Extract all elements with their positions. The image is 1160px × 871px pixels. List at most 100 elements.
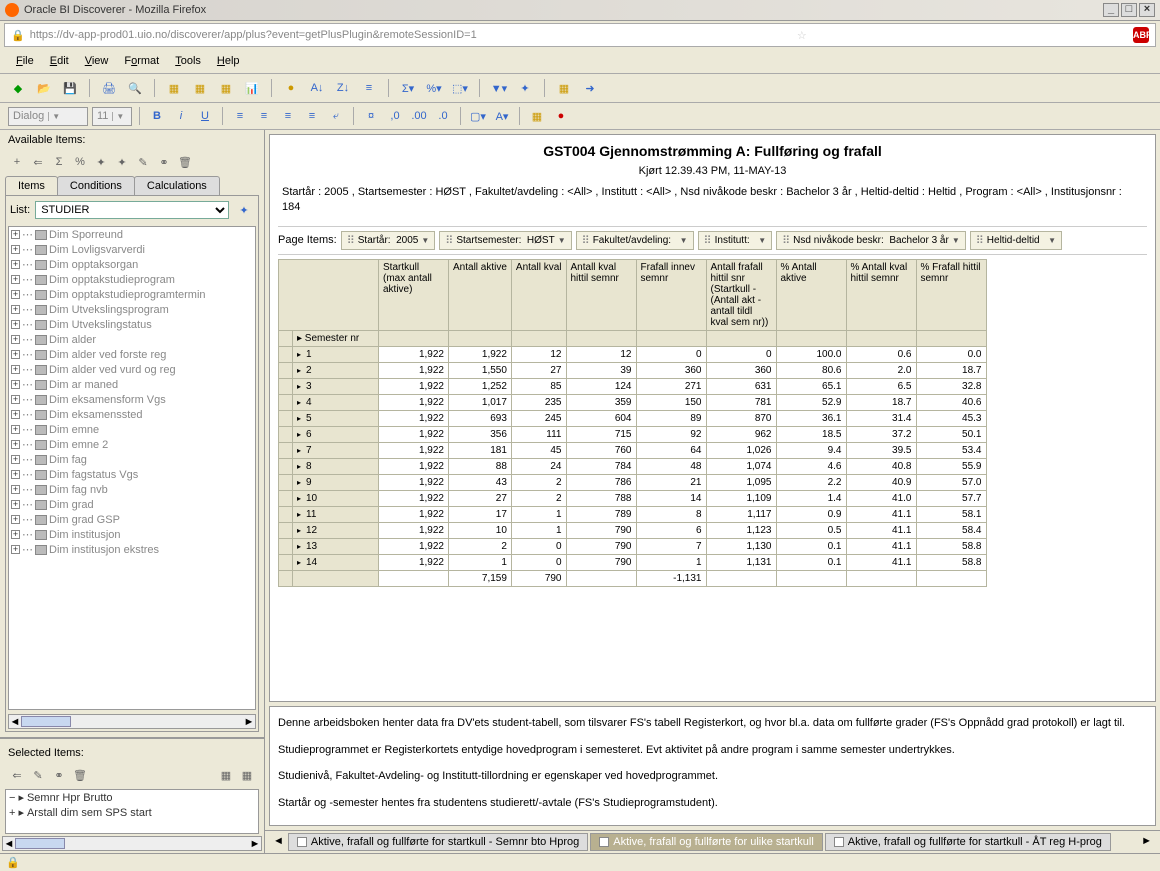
tree-node[interactable]: +⋯ Dim ar maned xyxy=(9,377,255,392)
tree-node[interactable]: +⋯ Dim Utvekslingstatus xyxy=(9,317,255,332)
page-item[interactable]: ⠿Fakultet/avdeling: ▼ xyxy=(576,231,694,250)
add-icon[interactable]: + xyxy=(8,153,26,171)
worksheet-tab-2[interactable]: Aktive, frafall og fullførte for ulike s… xyxy=(590,833,823,851)
number-icon[interactable]: ,0 xyxy=(385,106,405,126)
page-item[interactable]: ⠿Institutt: ▼ xyxy=(698,231,773,250)
restore-button[interactable]: □ xyxy=(1121,3,1137,17)
tab-nav-prev[interactable]: ◄ xyxy=(269,833,288,851)
minimize-button[interactable]: _ xyxy=(1103,3,1119,17)
tree-hscroll[interactable]: ◄► xyxy=(8,714,256,729)
page-item[interactable]: ⠿Nsd nivåkode beskr: Bachelor 3 år ▼ xyxy=(776,231,966,250)
filter-icon[interactable]: ▼▾ xyxy=(489,78,509,98)
tree-node[interactable]: +⋯ Dim emne 2 xyxy=(9,437,255,452)
sel-edit-icon[interactable]: ✎ xyxy=(29,766,47,784)
tree-node[interactable]: +⋯ Dim fagstatus Vgs xyxy=(9,467,255,482)
tree-node[interactable]: +⋯ Dim alder ved vurd og reg xyxy=(9,362,255,377)
sigma-icon[interactable]: Σ▾ xyxy=(398,78,418,98)
italic-icon[interactable]: i xyxy=(171,106,191,126)
sheet1-icon[interactable]: ▦ xyxy=(164,78,184,98)
tree-node[interactable]: +⋯ Dim eksamensform Vgs xyxy=(9,392,255,407)
menu-file[interactable]: File xyxy=(10,53,40,69)
list-combo[interactable]: STUDIER xyxy=(35,201,229,219)
chart-icon[interactable]: 📊 xyxy=(242,78,262,98)
run-icon[interactable]: ● xyxy=(281,78,301,98)
textcolor-icon[interactable]: A▾ xyxy=(492,106,512,126)
align-left-icon[interactable]: ≡ xyxy=(230,106,250,126)
tree-node[interactable]: +⋯ Dim Utvekslingsprogram xyxy=(9,302,255,317)
tree-node[interactable]: +⋯ Dim eksamenssted xyxy=(9,407,255,422)
tree-node[interactable]: +⋯ Dim institusjon xyxy=(9,527,255,542)
table-icon[interactable]: ▦ xyxy=(216,78,236,98)
data-table[interactable]: Startkull (max antall aktive)Antall akti… xyxy=(278,259,987,587)
wizard-icon[interactable]: ✦ xyxy=(515,78,535,98)
selected-items-list[interactable]: −▸ Semnr Hpr Brutto+▸ Arstall dim sem SP… xyxy=(5,789,259,834)
sel-view-icon[interactable]: ▦ xyxy=(217,766,235,784)
abp-icon[interactable]: ABP xyxy=(1133,27,1149,43)
tree-node[interactable]: +⋯ Dim Lovligsvarverdi xyxy=(9,242,255,257)
currency-icon[interactable]: ¤ xyxy=(361,106,381,126)
print-icon[interactable]: 🖨 xyxy=(99,78,119,98)
align-justify-icon[interactable]: ≡ xyxy=(302,106,322,126)
underline-icon[interactable]: U xyxy=(195,106,215,126)
page-item[interactable]: ⠿Heltid-deltid ▼ xyxy=(970,231,1062,250)
bold-icon[interactable]: B xyxy=(147,106,167,126)
sort-desc-icon[interactable]: Z↓ xyxy=(333,78,353,98)
tree-node[interactable]: +⋯ Dim Sporreund xyxy=(9,227,255,242)
close-button[interactable]: × xyxy=(1139,3,1155,17)
preview-icon[interactable]: 🔍 xyxy=(125,78,145,98)
tree-node[interactable]: +⋯ Dim opptakstudieprogramtermin xyxy=(9,287,255,302)
bookmark-star-icon[interactable]: ☆ xyxy=(797,29,807,42)
wrap-icon[interactable]: ⤶ xyxy=(326,106,346,126)
tab-calculations[interactable]: Calculations xyxy=(134,176,220,195)
open-icon[interactable]: 📂 xyxy=(34,78,54,98)
menu-tools[interactable]: Tools xyxy=(169,53,207,69)
tree-node[interactable]: +⋯ Dim alder ved forste reg xyxy=(9,347,255,362)
delete-icon[interactable]: 🗑 xyxy=(176,153,194,171)
items-tree[interactable]: +⋯ Dim Sporreund+⋯ Dim Lovligsvarverdi+⋯… xyxy=(8,226,256,710)
tree-node[interactable]: +⋯ Dim opptaksorgan xyxy=(9,257,255,272)
align-right-icon[interactable]: ≡ xyxy=(278,106,298,126)
menu-view[interactable]: View xyxy=(79,53,115,69)
selected-item[interactable]: +▸ Arstall dim sem SPS start xyxy=(6,805,258,820)
sel-view2-icon[interactable]: ▦ xyxy=(238,766,256,784)
align-center-icon[interactable]: ≡ xyxy=(254,106,274,126)
remove-icon[interactable]: ⇐ xyxy=(29,153,47,171)
address-bar[interactable]: 🔒 https://dv-app-prod01.uio.no/discovere… xyxy=(4,23,1156,47)
save-icon[interactable]: 💾 xyxy=(60,78,80,98)
tree-node[interactable]: +⋯ Dim grad xyxy=(9,497,255,512)
decimal-dec-icon[interactable]: .0 xyxy=(433,106,453,126)
decimal-inc-icon[interactable]: .00 xyxy=(409,106,429,126)
menu-format[interactable]: Format xyxy=(118,53,165,69)
menu-help[interactable]: Help xyxy=(211,53,246,69)
calc-icon[interactable]: ✦ xyxy=(92,153,110,171)
tree-node[interactable]: +⋯ Dim alder xyxy=(9,332,255,347)
link-icon[interactable]: ⚭ xyxy=(155,153,173,171)
tree-node[interactable]: +⋯ Dim fag xyxy=(9,452,255,467)
bgcolor-icon[interactable]: ▢▾ xyxy=(468,106,488,126)
sel-delete-icon[interactable]: 🗑 xyxy=(71,766,89,784)
sheet2-icon[interactable]: ▦ xyxy=(190,78,210,98)
tree-node[interactable]: +⋯ Dim fag nvb xyxy=(9,482,255,497)
font-combo[interactable]: Dialog▼ xyxy=(8,107,88,126)
worksheet-tab-1[interactable]: Aktive, frafall og fullførte for startku… xyxy=(288,833,588,851)
export-icon[interactable]: ▦ xyxy=(554,78,574,98)
tab-conditions[interactable]: Conditions xyxy=(57,176,135,195)
menu-edit[interactable]: Edit xyxy=(44,53,75,69)
tab-items[interactable]: Items xyxy=(5,176,58,195)
new-icon[interactable]: ◆ xyxy=(8,78,28,98)
sort-asc-icon[interactable]: A↓ xyxy=(307,78,327,98)
new-item-icon[interactable]: ✦ xyxy=(113,153,131,171)
tree-node[interactable]: +⋯ Dim emne xyxy=(9,422,255,437)
page-item[interactable]: ⠿Startår: 2005 ▼ xyxy=(341,231,436,250)
page-item[interactable]: ⠿Startsemester: HØST ▼ xyxy=(439,231,571,250)
group-icon[interactable]: ≡ xyxy=(359,78,379,98)
tab-nav-next[interactable]: ► xyxy=(1137,833,1156,851)
worksheet-tab-3[interactable]: Aktive, frafall og fullførte for startku… xyxy=(825,833,1111,851)
percent-icon[interactable]: % xyxy=(71,153,89,171)
tree-node[interactable]: +⋯ Dim institusjon ekstres xyxy=(9,542,255,557)
selected-hscroll[interactable]: ◄► xyxy=(2,836,262,851)
tree-node[interactable]: +⋯ Dim grad GSP xyxy=(9,512,255,527)
send-icon[interactable]: ➜ xyxy=(580,78,600,98)
sigma-icon[interactable]: Σ xyxy=(50,153,68,171)
tool1-icon[interactable]: ▦ xyxy=(527,106,547,126)
